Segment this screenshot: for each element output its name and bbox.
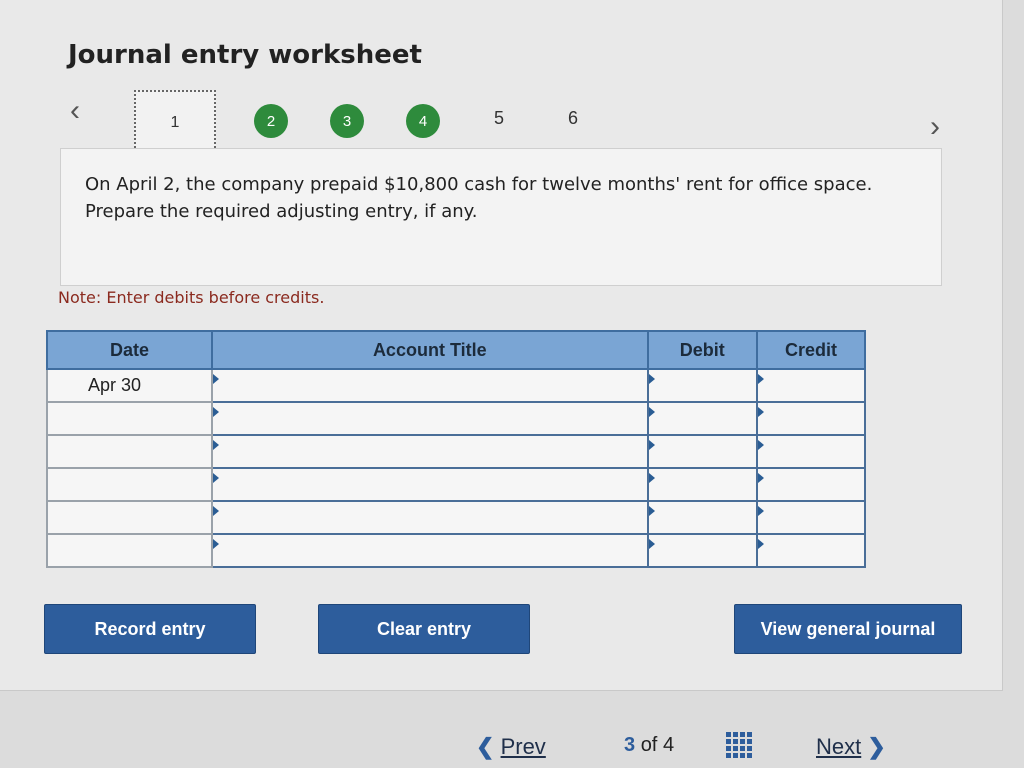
table-row [45, 434, 867, 469]
page-total: 4 [662, 734, 675, 756]
credit-input[interactable] [755, 467, 867, 502]
page-of: of [640, 734, 658, 756]
account-title-input[interactable] [211, 500, 649, 535]
date-cell: Apr 30 [45, 368, 214, 403]
date-cell [45, 467, 214, 502]
step-2[interactable]: 2 [254, 104, 288, 138]
page-indicator: 3 of 4 [624, 734, 674, 757]
header-date: Date [45, 330, 214, 370]
account-title-input[interactable] [211, 368, 649, 403]
table-header-row: Date Account Title Debit Credit [45, 330, 867, 370]
prev-label: Prev [500, 734, 546, 759]
table-row: Apr 30 [45, 368, 867, 403]
account-title-input[interactable] [211, 467, 649, 502]
debit-input[interactable] [646, 500, 758, 535]
date-cell [45, 533, 214, 568]
page-title: Journal entry worksheet [68, 40, 422, 70]
record-entry-button[interactable]: Record entry [44, 604, 256, 654]
step-6[interactable]: 6 [568, 108, 578, 129]
debit-input[interactable] [646, 533, 758, 568]
next-label: Next [816, 734, 862, 759]
step-1[interactable]: 1 [134, 90, 216, 156]
step-3[interactable]: 3 [330, 104, 364, 138]
debit-input[interactable] [646, 401, 758, 436]
page-current: 3 [624, 734, 636, 756]
debit-input[interactable] [646, 434, 758, 469]
grid-icon[interactable] [726, 732, 752, 758]
account-title-input[interactable] [211, 434, 649, 469]
debit-input[interactable] [646, 368, 758, 403]
view-general-journal-button[interactable]: View general journal [734, 604, 962, 654]
date-cell [45, 434, 214, 469]
header-debit: Debit [646, 330, 758, 370]
table-row [45, 467, 867, 502]
credit-input[interactable] [755, 434, 867, 469]
account-title-input[interactable] [211, 401, 649, 436]
footer-navigation: ❮ Prev 3 of 4 Next ❯ [0, 700, 1024, 768]
credit-input[interactable] [755, 533, 867, 568]
prev-button[interactable]: ❮ Prev [476, 734, 546, 760]
chevron-left-icon: ❮ [476, 734, 495, 759]
table-row [45, 401, 867, 436]
date-cell [45, 401, 214, 436]
header-account-title: Account Title [211, 330, 649, 370]
question-text: On April 2, the company prepaid $10,800 … [85, 174, 873, 222]
credit-input[interactable] [755, 401, 867, 436]
chevron-left-icon[interactable]: ‹ [70, 94, 80, 128]
credit-input[interactable] [755, 500, 867, 535]
chevron-right-icon: ❯ [867, 734, 886, 759]
table-row [45, 533, 867, 568]
journal-table: Date Account Title Debit Credit Apr 30 [45, 330, 867, 568]
header-credit: Credit [755, 330, 867, 370]
table-row [45, 500, 867, 535]
credit-input[interactable] [755, 368, 867, 403]
next-button[interactable]: Next ❯ [816, 734, 886, 760]
step-4[interactable]: 4 [406, 104, 440, 138]
question-box: On April 2, the company prepaid $10,800 … [60, 148, 942, 286]
worksheet-panel: Journal entry worksheet ‹ 1 2 3 4 5 6 › … [0, 0, 1003, 691]
date-cell [45, 500, 214, 535]
account-title-input[interactable] [211, 533, 649, 568]
chevron-right-icon[interactable]: › [930, 110, 940, 144]
note-text: Note: Enter debits before credits. [58, 288, 325, 307]
step-5[interactable]: 5 [494, 108, 504, 129]
debit-input[interactable] [646, 467, 758, 502]
clear-entry-button[interactable]: Clear entry [318, 604, 530, 654]
